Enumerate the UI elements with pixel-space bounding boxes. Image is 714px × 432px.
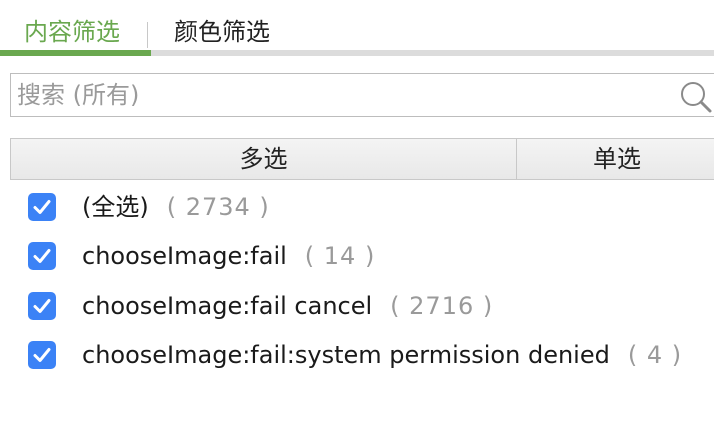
checkmark-icon: [33, 249, 51, 263]
tab-color-filter[interactable]: 颜色筛选: [174, 14, 270, 50]
item-count: ( 14 ): [304, 242, 376, 270]
item-label-wrap: chooseImage:fail:system permission denie…: [82, 335, 682, 375]
list-item[interactable]: chooseImage:fail:system permission denie…: [0, 335, 714, 375]
search-icon[interactable]: [679, 80, 713, 114]
list-item[interactable]: (全选) ( 2734 ): [0, 187, 714, 227]
list-item[interactable]: chooseImage:fail cancel ( 2716 ): [0, 286, 714, 326]
filter-tabs: 内容筛选 颜色筛选: [0, 0, 714, 56]
checkbox-item[interactable]: [28, 341, 56, 369]
item-count: ( 2734 ): [166, 193, 270, 221]
filter-panel: 内容筛选 颜色筛选 多选 单选 (全选) ( 2734 ): [0, 0, 714, 432]
checkmark-icon: [33, 200, 51, 214]
tab-active-indicator: [0, 50, 151, 56]
item-label-wrap: chooseImage:fail ( 14 ): [82, 236, 375, 276]
selection-mode-header: 多选 单选: [10, 138, 714, 180]
item-label: chooseImage:fail: [82, 242, 287, 270]
item-count: ( 4 ): [627, 341, 683, 369]
item-count: ( 2716 ): [390, 292, 494, 320]
item-label: chooseImage:fail:system permission denie…: [82, 341, 610, 369]
checkbox-item[interactable]: [28, 242, 56, 270]
checkbox-select-all[interactable]: [28, 193, 56, 221]
tab-content-filter[interactable]: 内容筛选: [24, 14, 120, 50]
list-item[interactable]: chooseImage:fail ( 14 ): [0, 236, 714, 276]
item-label-wrap: (全选) ( 2734 ): [82, 187, 270, 227]
item-label: chooseImage:fail cancel: [82, 292, 373, 320]
item-label-wrap: chooseImage:fail cancel ( 2716 ): [82, 286, 493, 326]
multi-select-column[interactable]: 多选: [11, 139, 516, 179]
single-select-column[interactable]: 单选: [517, 139, 714, 179]
checkmark-icon: [33, 348, 51, 362]
checkbox-item[interactable]: [28, 292, 56, 320]
search-box: [10, 73, 714, 117]
item-label: (全选): [82, 193, 149, 221]
checkmark-icon: [33, 299, 51, 313]
tab-divider: [147, 22, 148, 48]
search-input[interactable]: [17, 74, 667, 116]
